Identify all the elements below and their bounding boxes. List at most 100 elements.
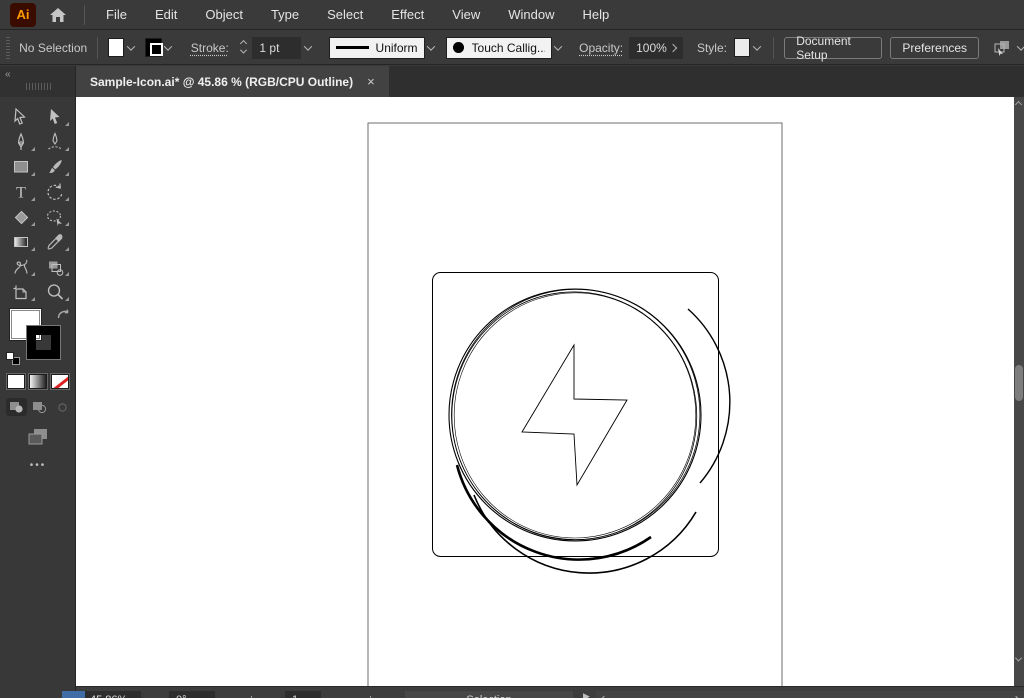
illustrator-logo-icon[interactable]: Ai <box>10 3 36 27</box>
rotation-dropdown[interactable] <box>215 691 231 698</box>
selection-tool[interactable] <box>4 104 38 129</box>
style-label: Style: <box>697 41 727 55</box>
selection-status-label: No Selection <box>19 41 87 55</box>
width-profile-field[interactable]: Uniform <box>329 37 425 59</box>
zoom-level-dropdown[interactable] <box>141 691 157 698</box>
rectangle-tool[interactable] <box>4 154 38 179</box>
icon-rounded-square <box>433 273 719 557</box>
separator <box>773 37 774 59</box>
panel-grip[interactable] <box>6 37 10 59</box>
brush-definition-field[interactable]: Touch Callig... <box>446 37 552 59</box>
brush-preview-icon <box>453 42 464 53</box>
canvas[interactable] <box>76 97 1014 686</box>
screen-mode-icon[interactable] <box>26 426 50 447</box>
artboard-number-value: 1 <box>292 694 298 698</box>
gradient-button[interactable] <box>29 374 47 389</box>
document-setup-button[interactable]: Document Setup <box>784 37 882 59</box>
scroll-up-icon[interactable] <box>1015 101 1022 108</box>
chevron-down-icon <box>219 694 227 698</box>
drawing-mode-buttons <box>6 398 73 416</box>
menu-type[interactable]: Type <box>262 3 308 26</box>
panel-drag-grip[interactable] <box>26 83 52 90</box>
fill-color-dropdown[interactable] <box>124 37 137 59</box>
gradient-tool[interactable] <box>4 229 38 254</box>
tool-grid: T <box>0 104 75 304</box>
arrange-documents-button[interactable] <box>991 39 1024 57</box>
fill-stroke-cluster <box>0 306 76 370</box>
brush-definition-dropdown[interactable] <box>552 37 565 59</box>
first-artboard-button[interactable]: ◀ <box>245 691 264 698</box>
artboard-number-dropdown[interactable] <box>323 691 339 698</box>
artboard-tool[interactable] <box>4 279 38 304</box>
artboard-number-field[interactable]: 1 <box>285 691 321 698</box>
width-profile-dropdown[interactable] <box>425 37 438 59</box>
edit-toolbar-button[interactable]: ••• <box>0 460 76 471</box>
curvature-tool[interactable] <box>38 129 72 154</box>
rotation-field[interactable]: 0° <box>169 691 215 698</box>
chevron-down-icon <box>554 42 562 50</box>
document-tab[interactable]: Sample-Icon.ai* @ 45.86 % (RGB/CPU Outli… <box>76 66 389 97</box>
zoom-level-field[interactable]: 45.86% <box>83 691 141 698</box>
opacity-label[interactable]: Opacity: <box>579 41 623 55</box>
status-options-icon[interactable]: ▶ <box>583 691 590 698</box>
eraser-tool[interactable] <box>4 204 38 229</box>
default-fill-stroke-icon[interactable] <box>6 352 20 365</box>
symbol-tool[interactable] <box>38 254 72 279</box>
fill-color-swatch[interactable] <box>108 38 124 57</box>
zoom-tool[interactable] <box>38 279 72 304</box>
separator <box>97 37 98 59</box>
close-tab-icon[interactable]: × <box>367 74 375 89</box>
chevron-down-icon <box>145 694 153 698</box>
chevron-down-icon <box>427 42 435 50</box>
eyedropper-tool[interactable] <box>38 229 72 254</box>
home-icon[interactable] <box>46 3 70 27</box>
svg-text:T: T <box>16 184 26 201</box>
collapse-panel-button[interactable]: « <box>5 69 12 80</box>
last-artboard-button[interactable]: ▶ <box>358 691 377 698</box>
menu-object[interactable]: Object <box>196 3 252 26</box>
stroke-color-dropdown[interactable] <box>162 37 175 59</box>
menu-items: File Edit Object Type Select Effect View… <box>97 3 618 26</box>
none-button[interactable] <box>51 374 69 389</box>
menu-help[interactable]: Help <box>573 3 618 26</box>
menu-file[interactable]: File <box>97 3 136 26</box>
stroke-weight-dropdown[interactable] <box>301 37 314 59</box>
stroke-color-swatch[interactable] <box>145 38 161 57</box>
menu-effect[interactable]: Effect <box>382 3 433 26</box>
menu-select[interactable]: Select <box>318 3 372 26</box>
swap-fill-stroke-icon[interactable] <box>56 307 70 321</box>
menu-edit[interactable]: Edit <box>146 3 186 26</box>
pen-tool[interactable] <box>4 129 38 154</box>
rotate-tool[interactable] <box>38 179 72 204</box>
style-swatch[interactable] <box>734 38 750 57</box>
vertical-scroll-thumb[interactable] <box>1015 365 1023 401</box>
color-button[interactable] <box>7 374 25 389</box>
next-artboard-button[interactable]: ▶ <box>339 691 358 698</box>
previous-artboard-button[interactable]: ◀ <box>264 691 283 698</box>
stroke-weight-stepper[interactable] <box>238 41 250 54</box>
scroll-down-icon[interactable] <box>1015 655 1022 662</box>
menu-window[interactable]: Window <box>499 3 563 26</box>
shaper-tool[interactable] <box>38 204 72 229</box>
opacity-field[interactable]: 100% <box>629 37 683 59</box>
menu-separator <box>84 5 85 25</box>
draw-normal-button[interactable] <box>6 398 27 416</box>
status-display[interactable]: Selection <box>405 691 573 698</box>
control-bar: No Selection Stroke: 1 pt Uniform Touch … <box>0 31 1024 65</box>
draw-inside-button[interactable] <box>52 398 73 416</box>
direct-selection-tool[interactable] <box>38 104 72 129</box>
preferences-button[interactable]: Preferences <box>890 37 979 59</box>
stroke-color-indicator[interactable] <box>27 326 60 359</box>
vertical-scrollbar[interactable] <box>1014 97 1024 686</box>
document-title: Sample-Icon.ai* @ 45.86 % (RGB/CPU Outli… <box>90 75 353 89</box>
menu-view[interactable]: View <box>443 3 489 26</box>
blend-tool[interactable] <box>4 254 38 279</box>
paintbrush-tool[interactable] <box>38 154 72 179</box>
type-tool[interactable]: T <box>4 179 38 204</box>
horizontal-scrollbar[interactable] <box>596 691 1024 698</box>
status-text: Selection <box>466 694 511 698</box>
stroke-weight-value[interactable]: 1 pt <box>252 37 301 59</box>
stroke-weight-label[interactable]: Stroke: <box>191 41 229 55</box>
draw-behind-button[interactable] <box>29 398 50 416</box>
style-dropdown[interactable] <box>750 37 763 59</box>
